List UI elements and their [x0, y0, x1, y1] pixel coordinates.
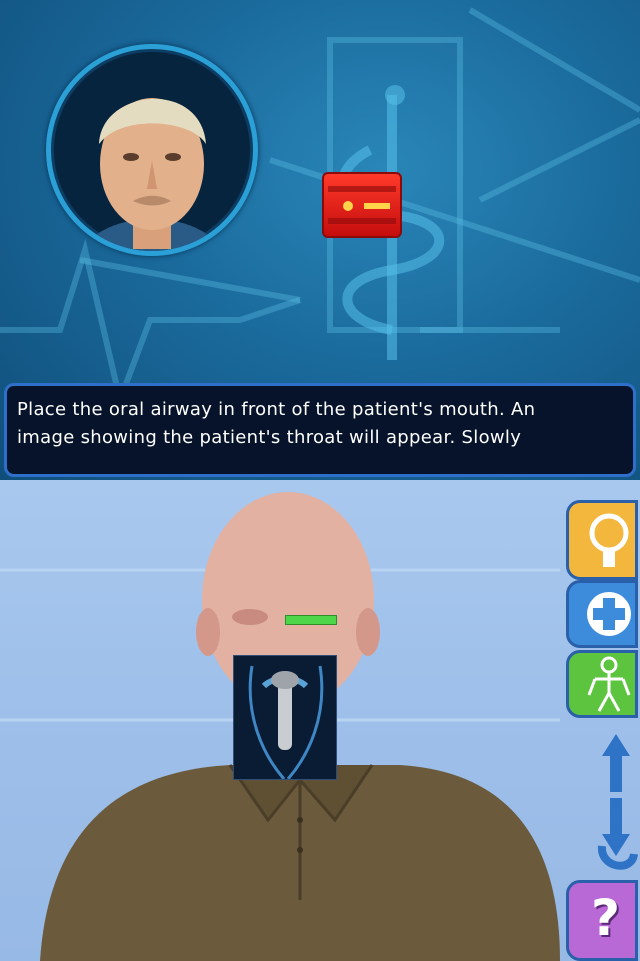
throat-xray-view — [233, 655, 337, 780]
body-view-button[interactable] — [566, 650, 638, 718]
help-icon: ? — [591, 889, 621, 947]
medical-kit-button[interactable] — [566, 580, 638, 648]
instruction-line-1: Place the oral airway in front of the pa… — [17, 399, 536, 420]
oxygen-tank-icon — [322, 172, 402, 238]
oral-airway-icon — [248, 665, 324, 779]
bottom-screen: ? — [0, 480, 640, 961]
help-button[interactable]: ? — [566, 880, 638, 961]
top-screen: Place the oral airway in front of the pa… — [0, 0, 640, 480]
patient-portrait — [46, 44, 258, 256]
eye-indicator — [285, 615, 337, 625]
magnify-button[interactable] — [566, 500, 638, 580]
rotate-arrows-icon — [598, 734, 638, 870]
instruction-line-2: image showing the patient's throat will … — [17, 427, 522, 448]
instruction-dialog: Place the oral airway in front of the pa… — [4, 383, 636, 477]
magnify-icon — [589, 513, 629, 567]
body-icon — [587, 656, 631, 712]
patient-face-icon — [83, 98, 221, 251]
medical-cross-icon — [587, 592, 631, 636]
rotate-button[interactable] — [592, 728, 640, 878]
